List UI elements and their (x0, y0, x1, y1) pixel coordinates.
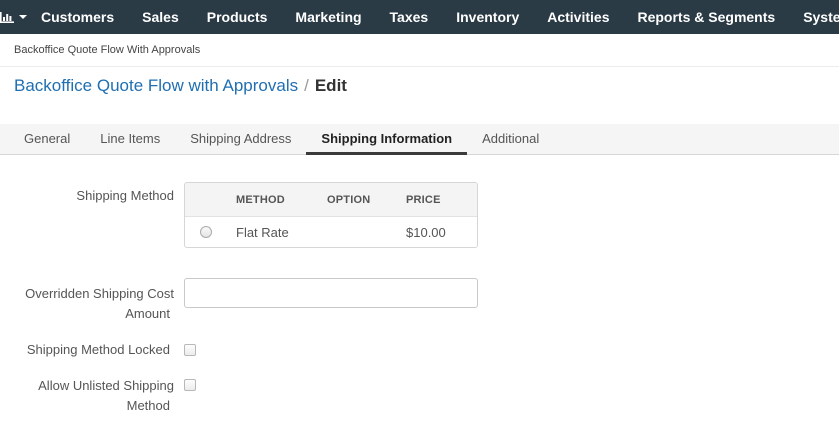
shipping-method-label: Shipping Method (76, 188, 174, 203)
shipping-method-locked-checkbox[interactable] (184, 344, 196, 356)
column-header-price: PRICE (406, 194, 441, 206)
nav-item-marketing[interactable]: Marketing (281, 0, 375, 34)
nav-item-sales[interactable]: Sales (128, 0, 193, 34)
column-header-option: OPTION (327, 194, 371, 206)
nav-item-taxes[interactable]: Taxes (376, 0, 443, 34)
page-title-link[interactable]: Backoffice Quote Flow with Approvals (14, 76, 298, 95)
allow-unlisted-label: Allow Unlisted Shipping Method (0, 376, 174, 416)
method-cell: Flat Rate (236, 225, 289, 240)
table-row[interactable]: Flat Rate $10.00 (185, 217, 477, 247)
nav-item-activities[interactable]: Activities (533, 0, 623, 34)
page-title: Backoffice Quote Flow with Approvals / Edi… (14, 76, 347, 96)
allow-unlisted-shipping-checkbox[interactable] (184, 379, 196, 391)
dashboard-menu-button[interactable] (0, 0, 27, 34)
shipping-method-radio[interactable] (200, 226, 212, 238)
nav-item-inventory[interactable]: Inventory (442, 0, 533, 34)
allow-unlisted-label-line2: Method (126, 398, 170, 413)
overridden-cost-label-line1: Overridden Shipping Cost (25, 286, 174, 301)
tab-shipping-address[interactable]: Shipping Address (175, 124, 306, 155)
overridden-cost-label-line2: Amount (125, 306, 170, 321)
price-cell: $10.00 (406, 225, 446, 240)
main-navigation: Customers Sales Products Marketing Taxes… (0, 0, 839, 34)
divider (0, 66, 839, 67)
nav-item-products[interactable]: Products (193, 0, 282, 34)
tab-shipping-information[interactable]: Shipping Information (306, 124, 468, 155)
overridden-shipping-cost-input[interactable] (184, 278, 478, 308)
nav-item-reports-segments[interactable]: Reports & Segments (623, 0, 789, 34)
table-header: METHOD OPTION PRICE (185, 183, 477, 217)
breadcrumb: Backoffice Quote Flow With Approvals (14, 44, 201, 56)
nav-item-system[interactable]: System (789, 0, 839, 34)
page-title-action: Edit (314, 76, 347, 95)
chevron-down-icon (19, 15, 27, 19)
overridden-cost-label: Overridden Shipping Cost Amount (0, 284, 174, 324)
title-separator: / (304, 76, 309, 95)
nav-item-customers[interactable]: Customers (27, 0, 128, 34)
column-header-method: METHOD (236, 194, 285, 206)
tab-line-items[interactable]: Line Items (85, 124, 175, 155)
shipping-method-table: METHOD OPTION PRICE Flat Rate $10.00 (184, 182, 478, 248)
tab-additional[interactable]: Additional (467, 124, 554, 155)
tab-general[interactable]: General (9, 124, 85, 155)
method-locked-label: Shipping Method Locked (26, 342, 170, 357)
tab-bar: General Line Items Shipping Address Ship… (0, 124, 839, 155)
allow-unlisted-label-line1: Allow Unlisted Shipping (38, 378, 174, 393)
bar-chart-icon (0, 11, 14, 23)
